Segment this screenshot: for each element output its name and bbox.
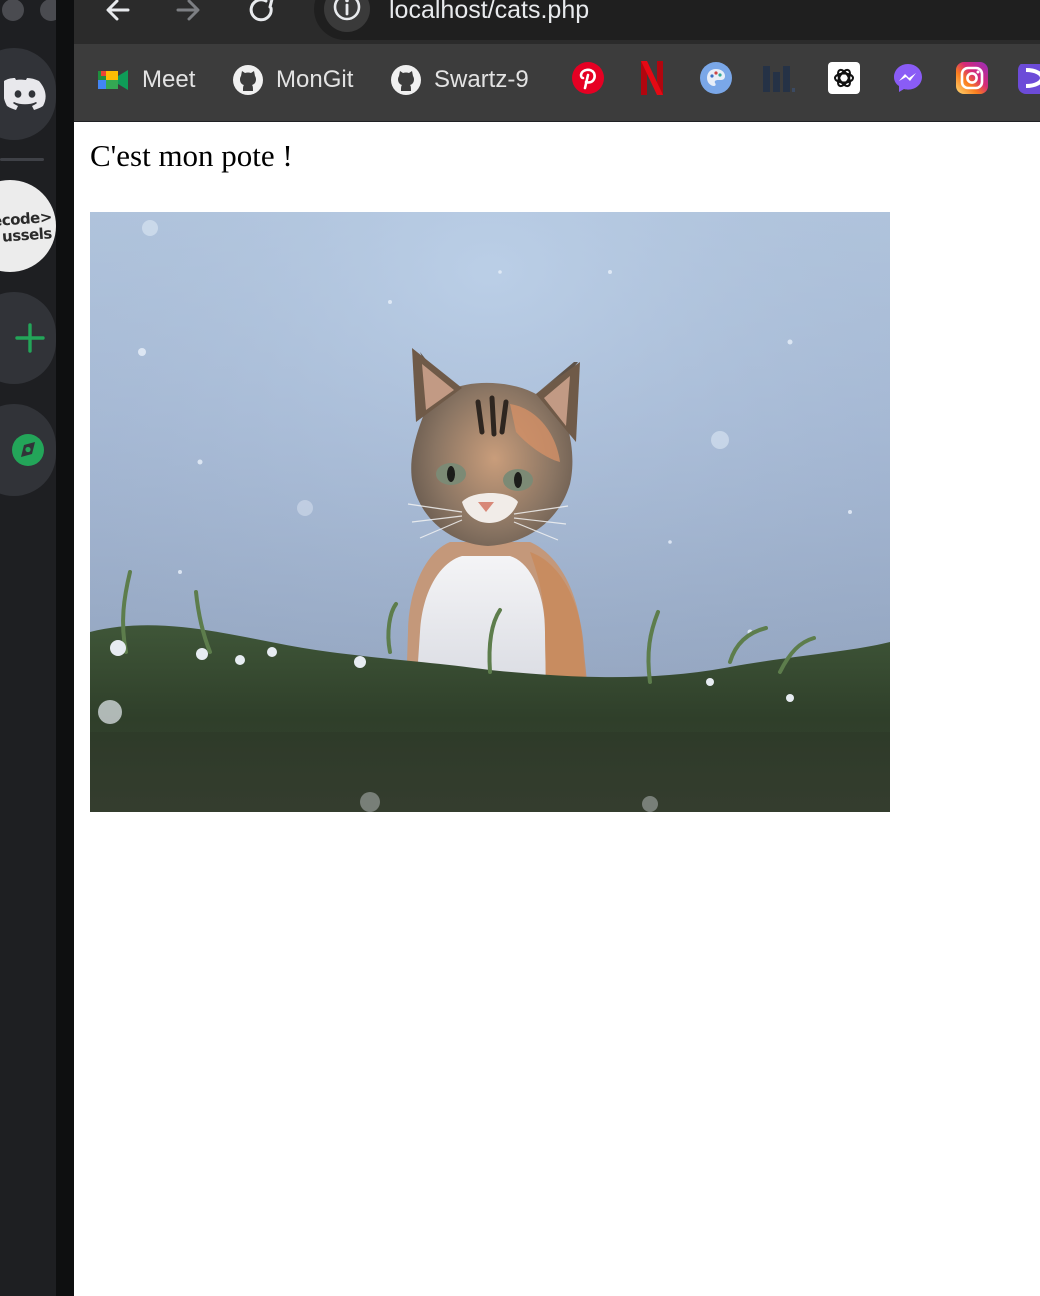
bookmark-instagram[interactable] [956, 61, 988, 99]
add-server-icon [14, 322, 46, 354]
bookmark-swartz-9[interactable]: Swartz-9 [390, 63, 529, 97]
url-text[interactable]: localhost/cats.php [389, 0, 589, 25]
bookmark-label: Swartz-9 [434, 66, 529, 93]
netflix-icon [640, 60, 664, 100]
bookmark-chatgpt[interactable] [828, 61, 860, 99]
bookmark-pinterest[interactable] [572, 61, 604, 99]
page-content: C'est mon pote ! [74, 122, 1040, 1296]
app-icon [1018, 64, 1040, 96]
bookmarks-bar: Meet MonGit Swartz-9 [74, 44, 1040, 121]
add-server-button[interactable] [0, 292, 56, 384]
bookmark-stats[interactable] [761, 62, 795, 99]
explore-servers-icon [10, 432, 46, 468]
bookmark-label: Meet [142, 66, 196, 93]
address-bar[interactable]: localhost/cats.php [314, 0, 1040, 40]
arrow-left-icon [104, 0, 132, 29]
cat-photo [90, 212, 890, 812]
navigation-bar: localhost/cats.php [74, 0, 1040, 44]
reload-button[interactable] [242, 0, 282, 32]
bookmark-palette[interactable] [700, 61, 732, 99]
explore-servers-button[interactable] [0, 404, 56, 496]
discord-server-rail: ecode> ussels [0, 0, 56, 1296]
messenger-icon [892, 62, 924, 99]
server-divider [0, 158, 44, 161]
google-meet-icon [98, 64, 130, 96]
reload-icon [248, 0, 276, 29]
info-icon [332, 0, 362, 27]
back-button[interactable] [98, 0, 138, 32]
discord-home-button[interactable] [0, 48, 56, 140]
becode-server-button[interactable]: ecode> ussels [0, 180, 56, 272]
discord-icon [4, 78, 46, 110]
openai-icon [828, 61, 860, 99]
forward-button[interactable] [168, 0, 208, 32]
bookmark-messenger[interactable] [892, 62, 924, 99]
arrow-right-icon [174, 0, 202, 29]
instagram-icon [956, 61, 988, 99]
bookmark-meet[interactable]: Meet [98, 63, 195, 97]
bookmark-mongit[interactable]: MonGit [232, 63, 353, 97]
bar-chart-icon [761, 62, 795, 99]
page-heading: C'est mon pote ! [90, 138, 293, 173]
site-info-button[interactable] [324, 0, 370, 32]
window-minimize-dot[interactable] [40, 0, 56, 21]
server-label-line-2: ussels [1, 224, 53, 246]
github-icon [390, 64, 422, 96]
browser-chrome: localhost/cats.php Meet MonGit Swartz-9 [74, 0, 1040, 122]
bookmark-label: MonGit [276, 66, 354, 93]
github-icon [232, 64, 264, 96]
bookmark-netflix[interactable] [636, 60, 668, 96]
window-close-dot[interactable] [2, 0, 24, 21]
bookmark-app[interactable] [1018, 64, 1040, 96]
pinterest-icon [572, 61, 604, 99]
palette-icon [700, 61, 732, 99]
window-gap [56, 0, 74, 1296]
